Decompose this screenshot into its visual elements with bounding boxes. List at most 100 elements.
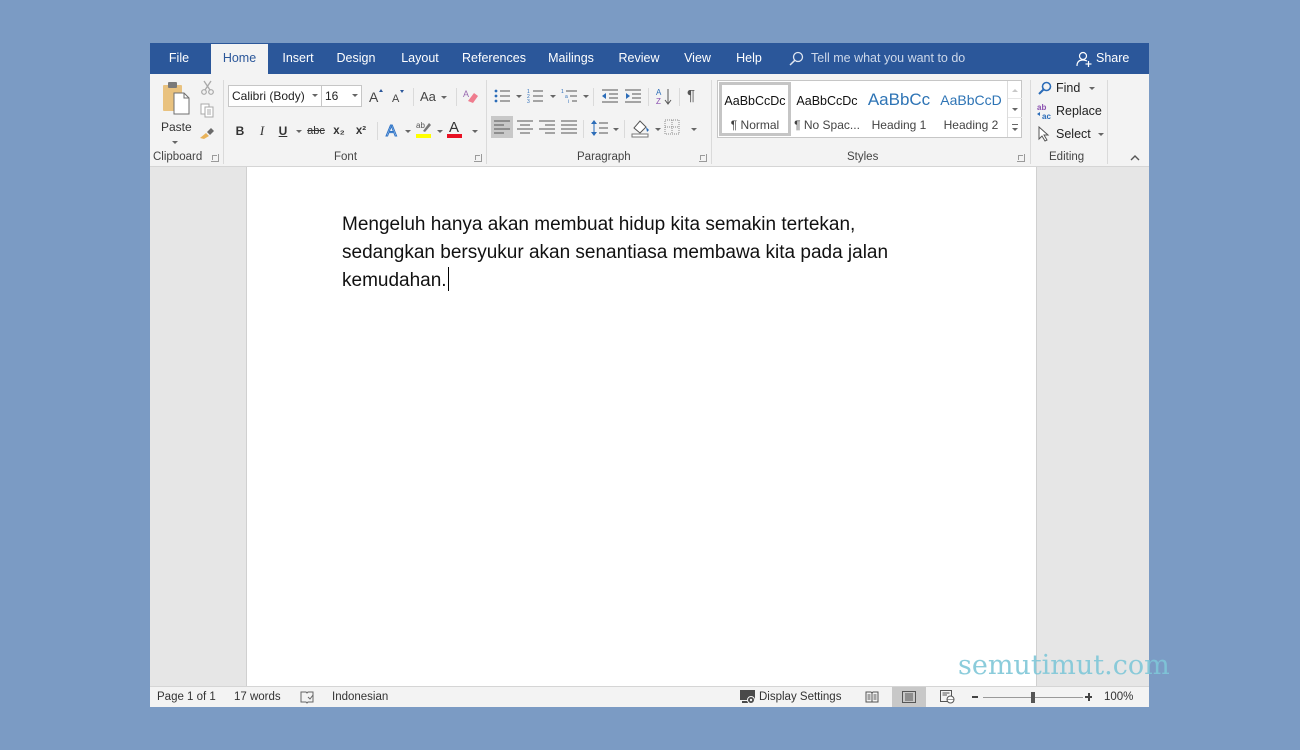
zoom-in-button[interactable]	[1084, 691, 1094, 703]
svg-text:A: A	[386, 123, 397, 139]
collapse-ribbon-icon[interactable]	[1130, 154, 1140, 161]
tab-mailings[interactable]: Mailings	[545, 43, 597, 74]
borders-icon[interactable]	[664, 119, 680, 135]
style-normal[interactable]: AaBbCcDc ¶ Normal	[719, 82, 791, 136]
tab-references[interactable]: References	[461, 43, 527, 74]
select-button[interactable]: Select	[1036, 124, 1106, 144]
styles-gallery-scroll	[1007, 81, 1022, 137]
divider	[679, 88, 680, 106]
zoom-out-button[interactable]	[971, 691, 981, 703]
tab-home[interactable]: Home	[211, 44, 268, 74]
paste-dropdown-caret[interactable]	[172, 141, 178, 144]
read-mode-button[interactable]	[858, 687, 886, 707]
chevron-down-icon[interactable]	[516, 95, 522, 98]
paste-button[interactable]: Paste	[159, 78, 192, 146]
text-cursor	[447, 267, 449, 291]
paste-label: Paste	[161, 120, 192, 134]
gallery-scroll-down[interactable]	[1008, 100, 1022, 118]
paragraph-dialog-launcher[interactable]	[699, 154, 707, 162]
tab-file[interactable]: File	[162, 43, 196, 74]
style-no-spacing[interactable]: AaBbCcDc ¶ No Spac...	[791, 82, 863, 136]
bullets-icon[interactable]	[494, 88, 512, 104]
strikethrough-button[interactable]: abc	[305, 120, 327, 142]
font-size-combo[interactable]: 16	[321, 85, 362, 107]
tab-view[interactable]: View	[681, 43, 714, 74]
style-heading-1[interactable]: AaBbCc Heading 1	[863, 82, 935, 136]
svg-text:Z: Z	[656, 97, 661, 105]
tab-design[interactable]: Design	[333, 43, 379, 74]
proofing-icon[interactable]	[300, 691, 315, 704]
numbering-icon[interactable]: 1 2 3	[527, 88, 545, 104]
sort-icon[interactable]: A Z	[655, 87, 673, 105]
tell-me-placeholder: Tell me what you want to do	[811, 51, 966, 65]
line-spacing-icon[interactable]	[591, 119, 609, 137]
page-count[interactable]: Page 1 of 1	[157, 687, 216, 707]
chevron-down-icon[interactable]	[550, 95, 556, 98]
style-preview: AaBbCcD	[940, 92, 1002, 108]
divider	[583, 120, 584, 138]
print-layout-button[interactable]	[892, 687, 926, 707]
tab-review[interactable]: Review	[616, 43, 662, 74]
align-left-button[interactable]	[491, 116, 513, 138]
font-name-combo[interactable]: Calibri (Body)	[228, 85, 322, 107]
superscript-button[interactable]: x²	[352, 120, 370, 142]
web-layout-button[interactable]	[933, 687, 961, 707]
align-right-icon[interactable]	[539, 120, 555, 134]
zoom-slider[interactable]	[983, 687, 1083, 707]
underline-dropdown-caret[interactable]	[296, 130, 302, 133]
change-case-label: Aa	[420, 89, 436, 104]
tab-insert[interactable]: Insert	[278, 43, 318, 74]
style-name: ¶ No Spac...	[794, 118, 860, 132]
clipboard-dialog-launcher[interactable]	[211, 154, 219, 162]
format-painter-icon[interactable]	[199, 125, 216, 140]
font-color-icon[interactable]: A	[446, 119, 464, 139]
shrink-font-icon[interactable]: A	[390, 88, 406, 104]
zoom-slider-thumb[interactable]	[1031, 692, 1035, 703]
tell-me-search[interactable]: Tell me what you want to do	[788, 43, 965, 74]
chevron-down-icon[interactable]	[691, 128, 697, 131]
show-formatting-marks-button[interactable]: ¶	[687, 87, 701, 105]
font-dialog-launcher[interactable]	[474, 154, 482, 162]
multilevel-list-icon[interactable]: 1 a i	[561, 88, 579, 104]
tab-help[interactable]: Help	[733, 43, 765, 74]
justify-icon[interactable]	[561, 120, 577, 134]
chevron-down-icon[interactable]	[472, 130, 478, 133]
styles-dialog-launcher[interactable]	[1017, 154, 1025, 162]
word-count[interactable]: 17 words	[234, 687, 281, 707]
style-heading-2[interactable]: AaBbCcD Heading 2	[935, 82, 1007, 136]
grow-font-icon[interactable]: A	[368, 88, 384, 104]
zoom-level[interactable]: 100%	[1104, 687, 1133, 707]
document-body[interactable]: Mengeluh hanya akan membuat hidup kita s…	[342, 211, 942, 295]
align-center-icon[interactable]	[517, 120, 533, 134]
change-case-button[interactable]: Aa	[420, 87, 450, 107]
find-button[interactable]: Find	[1036, 78, 1106, 98]
document-page[interactable]: Mengeluh hanya akan membuat hidup kita s…	[246, 167, 1037, 686]
chevron-down-icon[interactable]	[437, 130, 443, 133]
text-effects-icon[interactable]: A	[384, 121, 402, 140]
chevron-down-icon[interactable]	[405, 130, 411, 133]
paragraph-group: 1 2 3 1 a i A Z ¶ Paragraph	[487, 74, 711, 167]
underline-button[interactable]: U	[275, 120, 291, 142]
replace-button[interactable]: ab ac Replace	[1036, 101, 1106, 121]
share-button[interactable]: Share	[1076, 43, 1129, 74]
bold-button[interactable]: B	[232, 120, 248, 142]
language[interactable]: Indonesian	[332, 687, 388, 707]
shading-icon[interactable]	[631, 118, 651, 138]
person-add-icon	[1076, 51, 1092, 67]
decrease-indent-icon[interactable]	[601, 88, 619, 104]
italic-button[interactable]: I	[254, 120, 270, 142]
gallery-more-button[interactable]	[1008, 119, 1022, 137]
display-settings-button[interactable]: Display Settings	[740, 687, 841, 707]
chevron-down-icon[interactable]	[583, 95, 589, 98]
cut-icon[interactable]	[200, 80, 215, 95]
copy-icon[interactable]	[200, 103, 215, 118]
chevron-down-icon[interactable]	[655, 128, 661, 131]
subscript-button[interactable]: x₂	[330, 120, 348, 142]
chevron-down-icon[interactable]	[613, 128, 619, 131]
tab-layout[interactable]: Layout	[397, 43, 443, 74]
increase-indent-icon[interactable]	[624, 88, 642, 104]
highlight-icon[interactable]: ab	[415, 119, 433, 139]
gallery-scroll-up[interactable]	[1008, 81, 1022, 99]
clear-formatting-icon[interactable]: A	[462, 87, 480, 105]
divider	[593, 88, 594, 106]
